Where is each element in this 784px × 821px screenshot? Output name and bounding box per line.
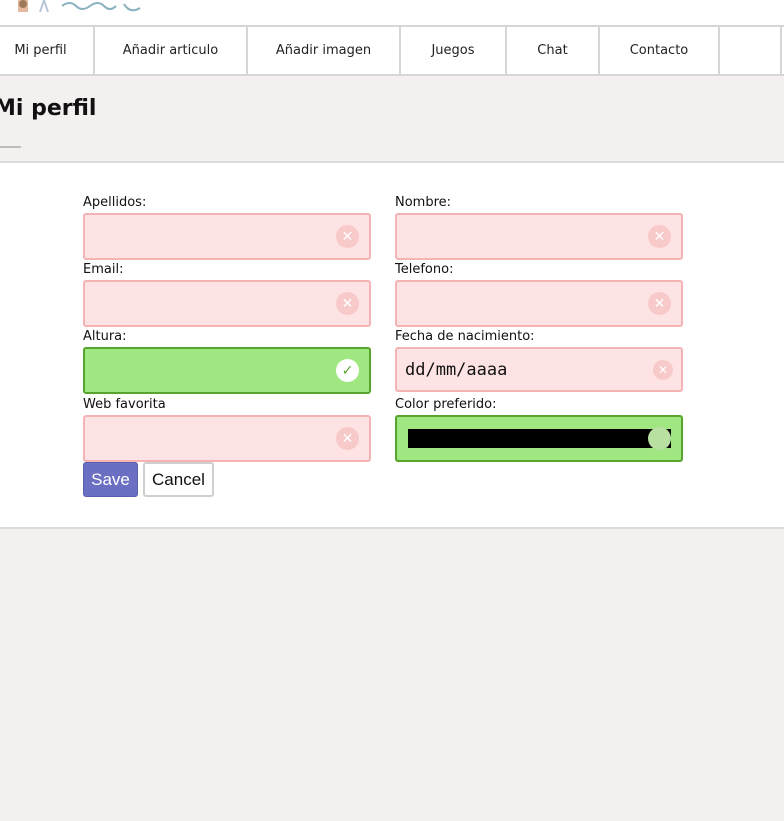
web-favorita-field[interactable]: ✕ <box>83 415 371 462</box>
telefono-field[interactable]: ✕ <box>395 280 683 327</box>
nav-item-chat[interactable]: Chat <box>507 27 600 74</box>
clear-x-icon[interactable]: ✕ <box>648 292 671 315</box>
nav-item-anadir-articulo[interactable]: Añadir articulo <box>95 27 248 74</box>
nav-item-mi-perfil[interactable]: Mi perfil <box>0 27 95 74</box>
cancel-button[interactable]: Cancel <box>143 462 214 497</box>
altura-input[interactable] <box>93 349 333 392</box>
checkmark-icon: ✓ <box>336 359 359 382</box>
apellidos-field[interactable]: ✕ <box>83 213 371 260</box>
telefono-input[interactable] <box>405 282 645 325</box>
header-strip <box>0 0 784 25</box>
clear-x-icon[interactable]: ✕ <box>648 225 671 248</box>
web-favorita-label: Web favorita <box>83 397 166 412</box>
page-title: Mi perfil <box>0 96 97 121</box>
clear-x-icon[interactable]: ✕ <box>653 360 673 380</box>
nav-item-extra[interactable] <box>720 27 782 74</box>
web-favorita-input[interactable] <box>93 417 333 460</box>
clear-x-icon[interactable]: ✕ <box>336 225 359 248</box>
color-preferido-label: Color preferido: <box>395 397 497 412</box>
telefono-label: Telefono: <box>395 262 454 277</box>
email-input[interactable] <box>93 282 333 325</box>
clear-x-icon[interactable]: ✕ <box>336 292 359 315</box>
altura-label: Altura: <box>83 329 127 344</box>
email-field[interactable]: ✕ <box>83 280 371 327</box>
email-label: Email: <box>83 262 124 277</box>
site-logo[interactable] <box>14 0 154 14</box>
nombre-input[interactable] <box>405 215 645 258</box>
clear-x-icon[interactable]: ✕ <box>336 427 359 450</box>
save-button[interactable]: Save <box>83 462 138 497</box>
color-swatch[interactable] <box>408 429 671 448</box>
nombre-label: Nombre: <box>395 195 452 210</box>
color-preferido-field[interactable] <box>395 415 683 462</box>
fecha-nacimiento-label: Fecha de nacimiento: <box>395 329 535 344</box>
altura-field[interactable]: ✓ <box>83 347 371 394</box>
checkmark-icon <box>648 427 671 450</box>
date-placeholder[interactable]: dd/mm/aaaa <box>405 360 507 380</box>
apellidos-label: Apellidos: <box>83 195 147 210</box>
nombre-field[interactable]: ✕ <box>395 213 683 260</box>
nav-item-anadir-imagen[interactable]: Añadir imagen <box>248 27 401 74</box>
nav-item-juegos[interactable]: Juegos <box>401 27 507 74</box>
nav-item-contacto[interactable]: Contacto <box>600 27 720 74</box>
title-underline <box>0 146 21 148</box>
main-navigation: Mi perfil Añadir articulo Añadir imagen … <box>0 25 784 76</box>
fecha-nacimiento-field[interactable]: dd/mm/aaaa ✕ <box>395 347 683 392</box>
apellidos-input[interactable] <box>93 215 333 258</box>
